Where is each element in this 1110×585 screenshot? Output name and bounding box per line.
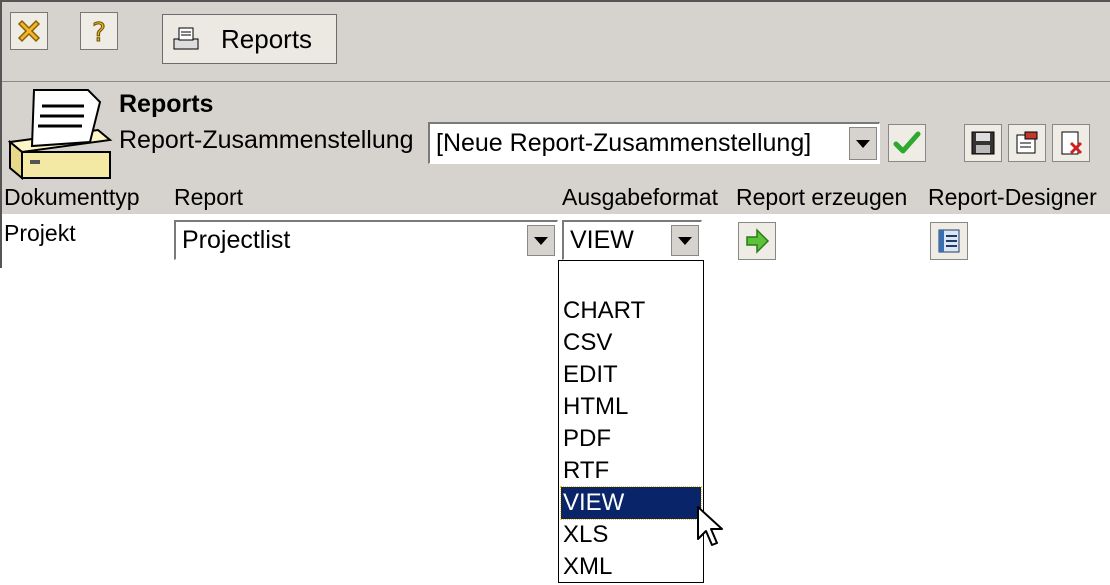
report-designer-icon [938, 229, 960, 253]
mouse-pointer-icon [697, 506, 723, 546]
col-generate: Report erzeugen [736, 184, 908, 210]
svg-text:?: ? [92, 18, 106, 46]
confirm-button[interactable] [888, 124, 926, 162]
format-option-rtf[interactable]: RTF [561, 455, 701, 487]
report-dropdown-button[interactable] [527, 225, 555, 256]
close-button[interactable] [10, 12, 48, 50]
format-option-html[interactable]: HTML [561, 391, 701, 423]
edit-properties-icon [1016, 131, 1038, 154]
printer-small-icon [173, 27, 199, 50]
arrow-right-icon [746, 228, 770, 254]
generate-report-button[interactable] [738, 222, 776, 260]
format-select[interactable]: VIEW [562, 220, 702, 260]
col-designer: Report-Designer [928, 184, 1097, 210]
save-button[interactable] [964, 124, 1002, 162]
format-dropdown-list: CHART CSV EDIT HTML PDF RTF VIEW XLS XML [558, 260, 704, 583]
floppy-disk-icon [971, 131, 995, 155]
reports-header: Reports Report-Zusammenstellung [Neue Re… [2, 82, 1110, 182]
report-designer-button[interactable] [930, 222, 968, 260]
format-option-edit[interactable]: EDIT [561, 359, 701, 391]
col-format: Ausgabeformat [562, 184, 718, 210]
col-doctype: Dokumenttyp [4, 184, 140, 210]
compilation-dropdown-button[interactable] [849, 127, 877, 160]
help-button[interactable]: ? [80, 12, 118, 50]
format-option-csv[interactable]: CSV [561, 327, 701, 359]
format-option-chart[interactable]: CHART [561, 295, 701, 327]
format-option-xls[interactable]: XLS [561, 519, 701, 551]
delete-button[interactable] [1052, 124, 1090, 162]
format-option-view[interactable]: VIEW [560, 486, 702, 520]
format-select-value: VIEW [570, 226, 634, 254]
help-question-icon: ? [92, 18, 107, 47]
format-option-empty[interactable] [561, 263, 701, 295]
toolbar: ? Reports [2, 2, 1110, 82]
chevron-down-icon [856, 139, 870, 148]
tab-reports-label: Reports [221, 23, 313, 54]
compilation-select[interactable]: [Neue Report-Zusammenstellung] [428, 122, 880, 164]
format-option-pdf[interactable]: PDF [561, 423, 701, 455]
tab-reports[interactable]: Reports [162, 14, 337, 64]
reports-window: ? Reports Reports Report-Zusammenstellun… [0, 0, 1110, 268]
doctype-cell: Projekt [4, 220, 76, 246]
compilation-select-value: [Neue Report-Zusammenstellung] [436, 129, 812, 157]
compilation-label: Report-Zusammenstellung [119, 126, 414, 154]
delete-document-icon [1061, 131, 1083, 155]
checkmark-icon [893, 131, 921, 154]
table-header: Dokumenttyp Report Ausgabeformat Report … [2, 182, 1110, 214]
close-x-icon [17, 19, 41, 43]
format-dropdown-button[interactable] [671, 225, 699, 256]
edit-properties-button[interactable] [1008, 124, 1046, 162]
col-report: Report [174, 184, 244, 210]
format-option-xml[interactable]: XML [561, 551, 701, 583]
chevron-down-icon [534, 236, 548, 245]
page-title: Reports [119, 90, 214, 118]
report-select-value: Projectlist [182, 226, 291, 254]
report-select[interactable]: Projectlist [174, 220, 558, 260]
chevron-down-icon [678, 236, 692, 245]
printer-icon [7, 89, 113, 180]
table-row: Projekt Projectlist VIEW [2, 214, 1110, 268]
